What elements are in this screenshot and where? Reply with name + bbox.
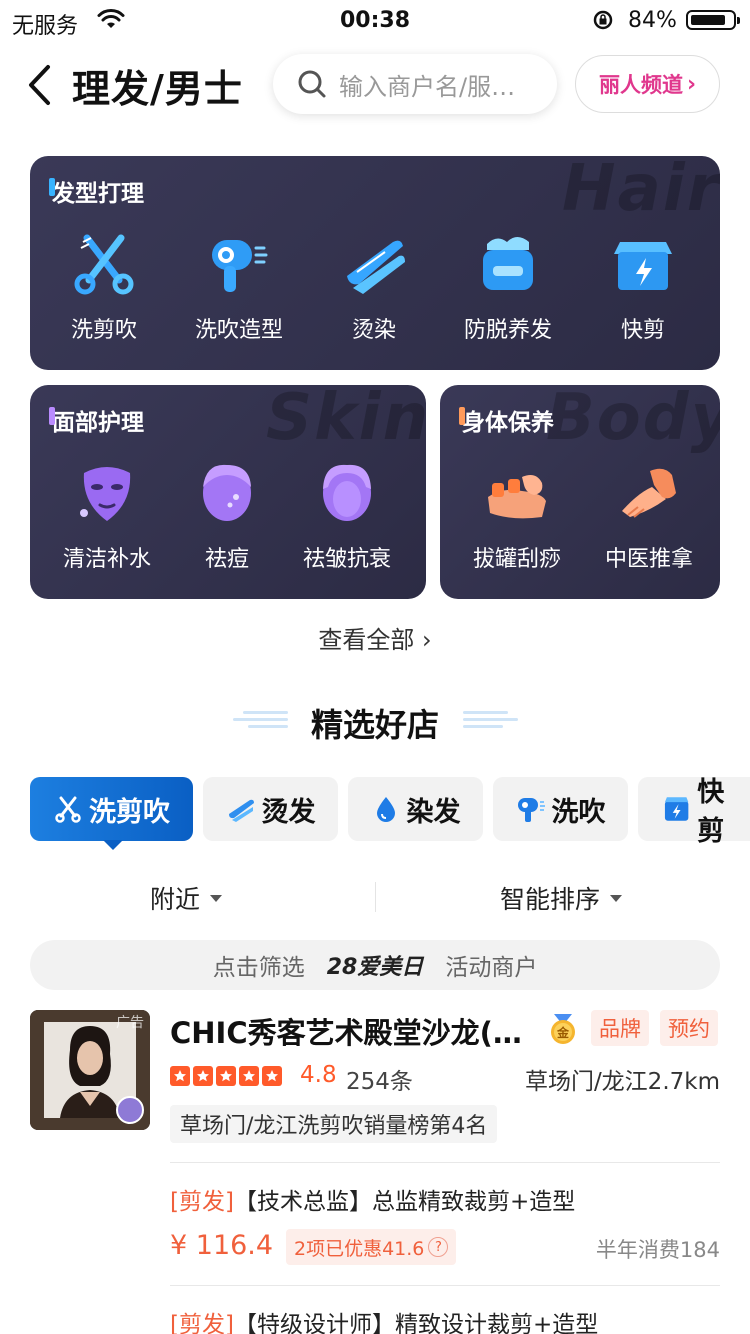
hair-dryer-icon: [517, 798, 545, 822]
category-perm-dye[interactable]: 烫染: [314, 228, 434, 344]
shop-name[interactable]: CHIC秀客艺术殿堂沙龙(草场门店): [170, 1010, 540, 1052]
help-icon: ?: [428, 1237, 449, 1257]
search-input[interactable]: 输入商户名/服务名: [273, 54, 557, 114]
panel-title: 发型打理: [49, 174, 144, 208]
channel-label: 丽人频道: [598, 73, 683, 97]
active-chip-indicator: [103, 840, 123, 850]
chip-perm[interactable]: 烫发: [203, 777, 338, 841]
header: 理发/男士 输入商户名/服务名 丽人频道 ›: [0, 50, 750, 120]
filter-nearby[interactable]: 附近: [150, 880, 223, 916]
ranking-badge[interactable]: 草场门/龙江洗剪吹销量榜第4名: [170, 1105, 498, 1143]
category-cupping[interactable]: 拔罐刮痧: [457, 457, 577, 573]
battery-percent: 84%: [628, 8, 677, 33]
star-icon: [216, 1066, 236, 1086]
status-bar: 无服务 00:38 84%: [0, 0, 750, 40]
star-icon: [193, 1066, 213, 1086]
deal-price: ¥ 116.4: [170, 1230, 274, 1261]
face-care-panel: Skin 面部护理 清洁补水 祛痘 祛皱抗衰: [30, 385, 426, 599]
tag-brand: 品牌: [591, 1010, 649, 1046]
discount-badge[interactable]: 2项已优惠41.6?: [286, 1229, 457, 1265]
star-rating: [170, 1066, 285, 1086]
panel-title: 身体保养: [459, 403, 554, 437]
chevron-right-icon: ›: [686, 71, 697, 97]
category-anti-wrinkle[interactable]: 祛皱抗衰: [287, 457, 407, 573]
category-blow-style[interactable]: 洗吹造型: [179, 228, 299, 344]
category-acne[interactable]: 祛痘: [167, 457, 287, 573]
scissors-icon: [74, 234, 134, 295]
chip-blow[interactable]: 洗吹: [493, 777, 628, 841]
sales-count: 半年消费184: [595, 1238, 720, 1262]
view-all-link[interactable]: 查看全部 ›: [0, 620, 750, 655]
back-button[interactable]: [14, 60, 64, 110]
divider: [170, 1162, 720, 1163]
lightning-box-icon: [664, 797, 689, 821]
chevron-right-icon: ›: [422, 626, 432, 654]
tag-reservation: 预约: [660, 1010, 718, 1046]
beauty-channel-button[interactable]: 丽人频道 ›: [575, 55, 720, 113]
promo-brand-logo: 28爱美日: [326, 955, 424, 980]
star-icon: [239, 1066, 259, 1086]
star-icon: [170, 1066, 190, 1086]
cupping-icon: [488, 475, 546, 519]
lightning-box-icon: [614, 242, 672, 290]
search-placeholder: 输入商户名/服务名: [339, 72, 539, 101]
deal-title[interactable]: [剪发]【技术总监】总监精致裁剪+造型: [170, 1182, 575, 1216]
divider: [170, 1285, 720, 1286]
star-icon: [262, 1066, 282, 1086]
search-icon: [298, 70, 326, 98]
panel-title: 面部护理: [49, 403, 144, 437]
chip-quick-cut[interactable]: 快剪: [638, 777, 750, 847]
review-count: 254条: [346, 1069, 413, 1095]
filter-divider: [375, 882, 376, 912]
filter-sort[interactable]: 智能排序: [500, 880, 623, 916]
caret-down-icon: [610, 894, 623, 902]
chip-wash-cut-blow[interactable]: 洗剪吹: [30, 777, 193, 841]
face-acne-icon: [203, 464, 251, 521]
hair-straightener-icon: [347, 240, 405, 294]
hair-straightener-icon: [228, 799, 254, 822]
face-wrinkle-icon: [323, 464, 371, 521]
hair-dryer-icon: [212, 240, 268, 292]
cream-jar-icon: [483, 237, 533, 290]
hair-care-panel: Hair 发型打理 洗剪吹 洗吹造型 烫染 防脱养发 快剪: [30, 156, 720, 370]
category-quick-cut[interactable]: 快剪: [583, 228, 703, 344]
category-wash-cut-blow[interactable]: 洗剪吹: [44, 228, 164, 344]
svg-text:金: 金: [556, 1025, 570, 1040]
orientation-lock-icon: [593, 10, 613, 30]
battery-icon: [686, 10, 740, 30]
panel-bg-word: Hair: [562, 156, 720, 226]
body-care-panel: Body 身体保养 拔罐刮痧 中医推拿: [440, 385, 720, 599]
face-mask-icon: [80, 467, 131, 521]
massage-hand-icon: [622, 468, 676, 518]
scissors-icon: [55, 796, 81, 823]
panel-bg-word: Body: [546, 385, 720, 455]
shop-distance: 草场门/龙江2.7km: [524, 1069, 720, 1095]
category-anti-hair-loss[interactable]: 防脱养发: [448, 228, 568, 344]
rating-score: 4.8: [300, 1062, 337, 1088]
shop-thumbnail[interactable]: 广告: [30, 1010, 150, 1130]
category-tcm-massage[interactable]: 中医推拿: [589, 457, 709, 573]
section-title: 精选好店: [310, 706, 439, 744]
panel-bg-word: Skin: [266, 385, 426, 455]
title-decoration-right: [463, 711, 518, 735]
chevron-left-icon: [29, 65, 50, 105]
page-title: 理发/男士: [72, 67, 243, 111]
deal-title[interactable]: [剪发]【特级设计师】精致设计裁剪+造型: [170, 1305, 598, 1334]
dye-drop-icon: [376, 797, 395, 822]
ad-label: 广告: [116, 1015, 144, 1031]
chip-dye[interactable]: 染发: [348, 777, 483, 841]
category-cleanse-hydrate[interactable]: 清洁补水: [47, 457, 167, 573]
caret-down-icon: [210, 894, 223, 902]
gold-medal-icon: 金: [551, 1014, 575, 1044]
promo-filter-bar[interactable]: 点击筛选 28爱美日 活动商户: [30, 940, 720, 990]
